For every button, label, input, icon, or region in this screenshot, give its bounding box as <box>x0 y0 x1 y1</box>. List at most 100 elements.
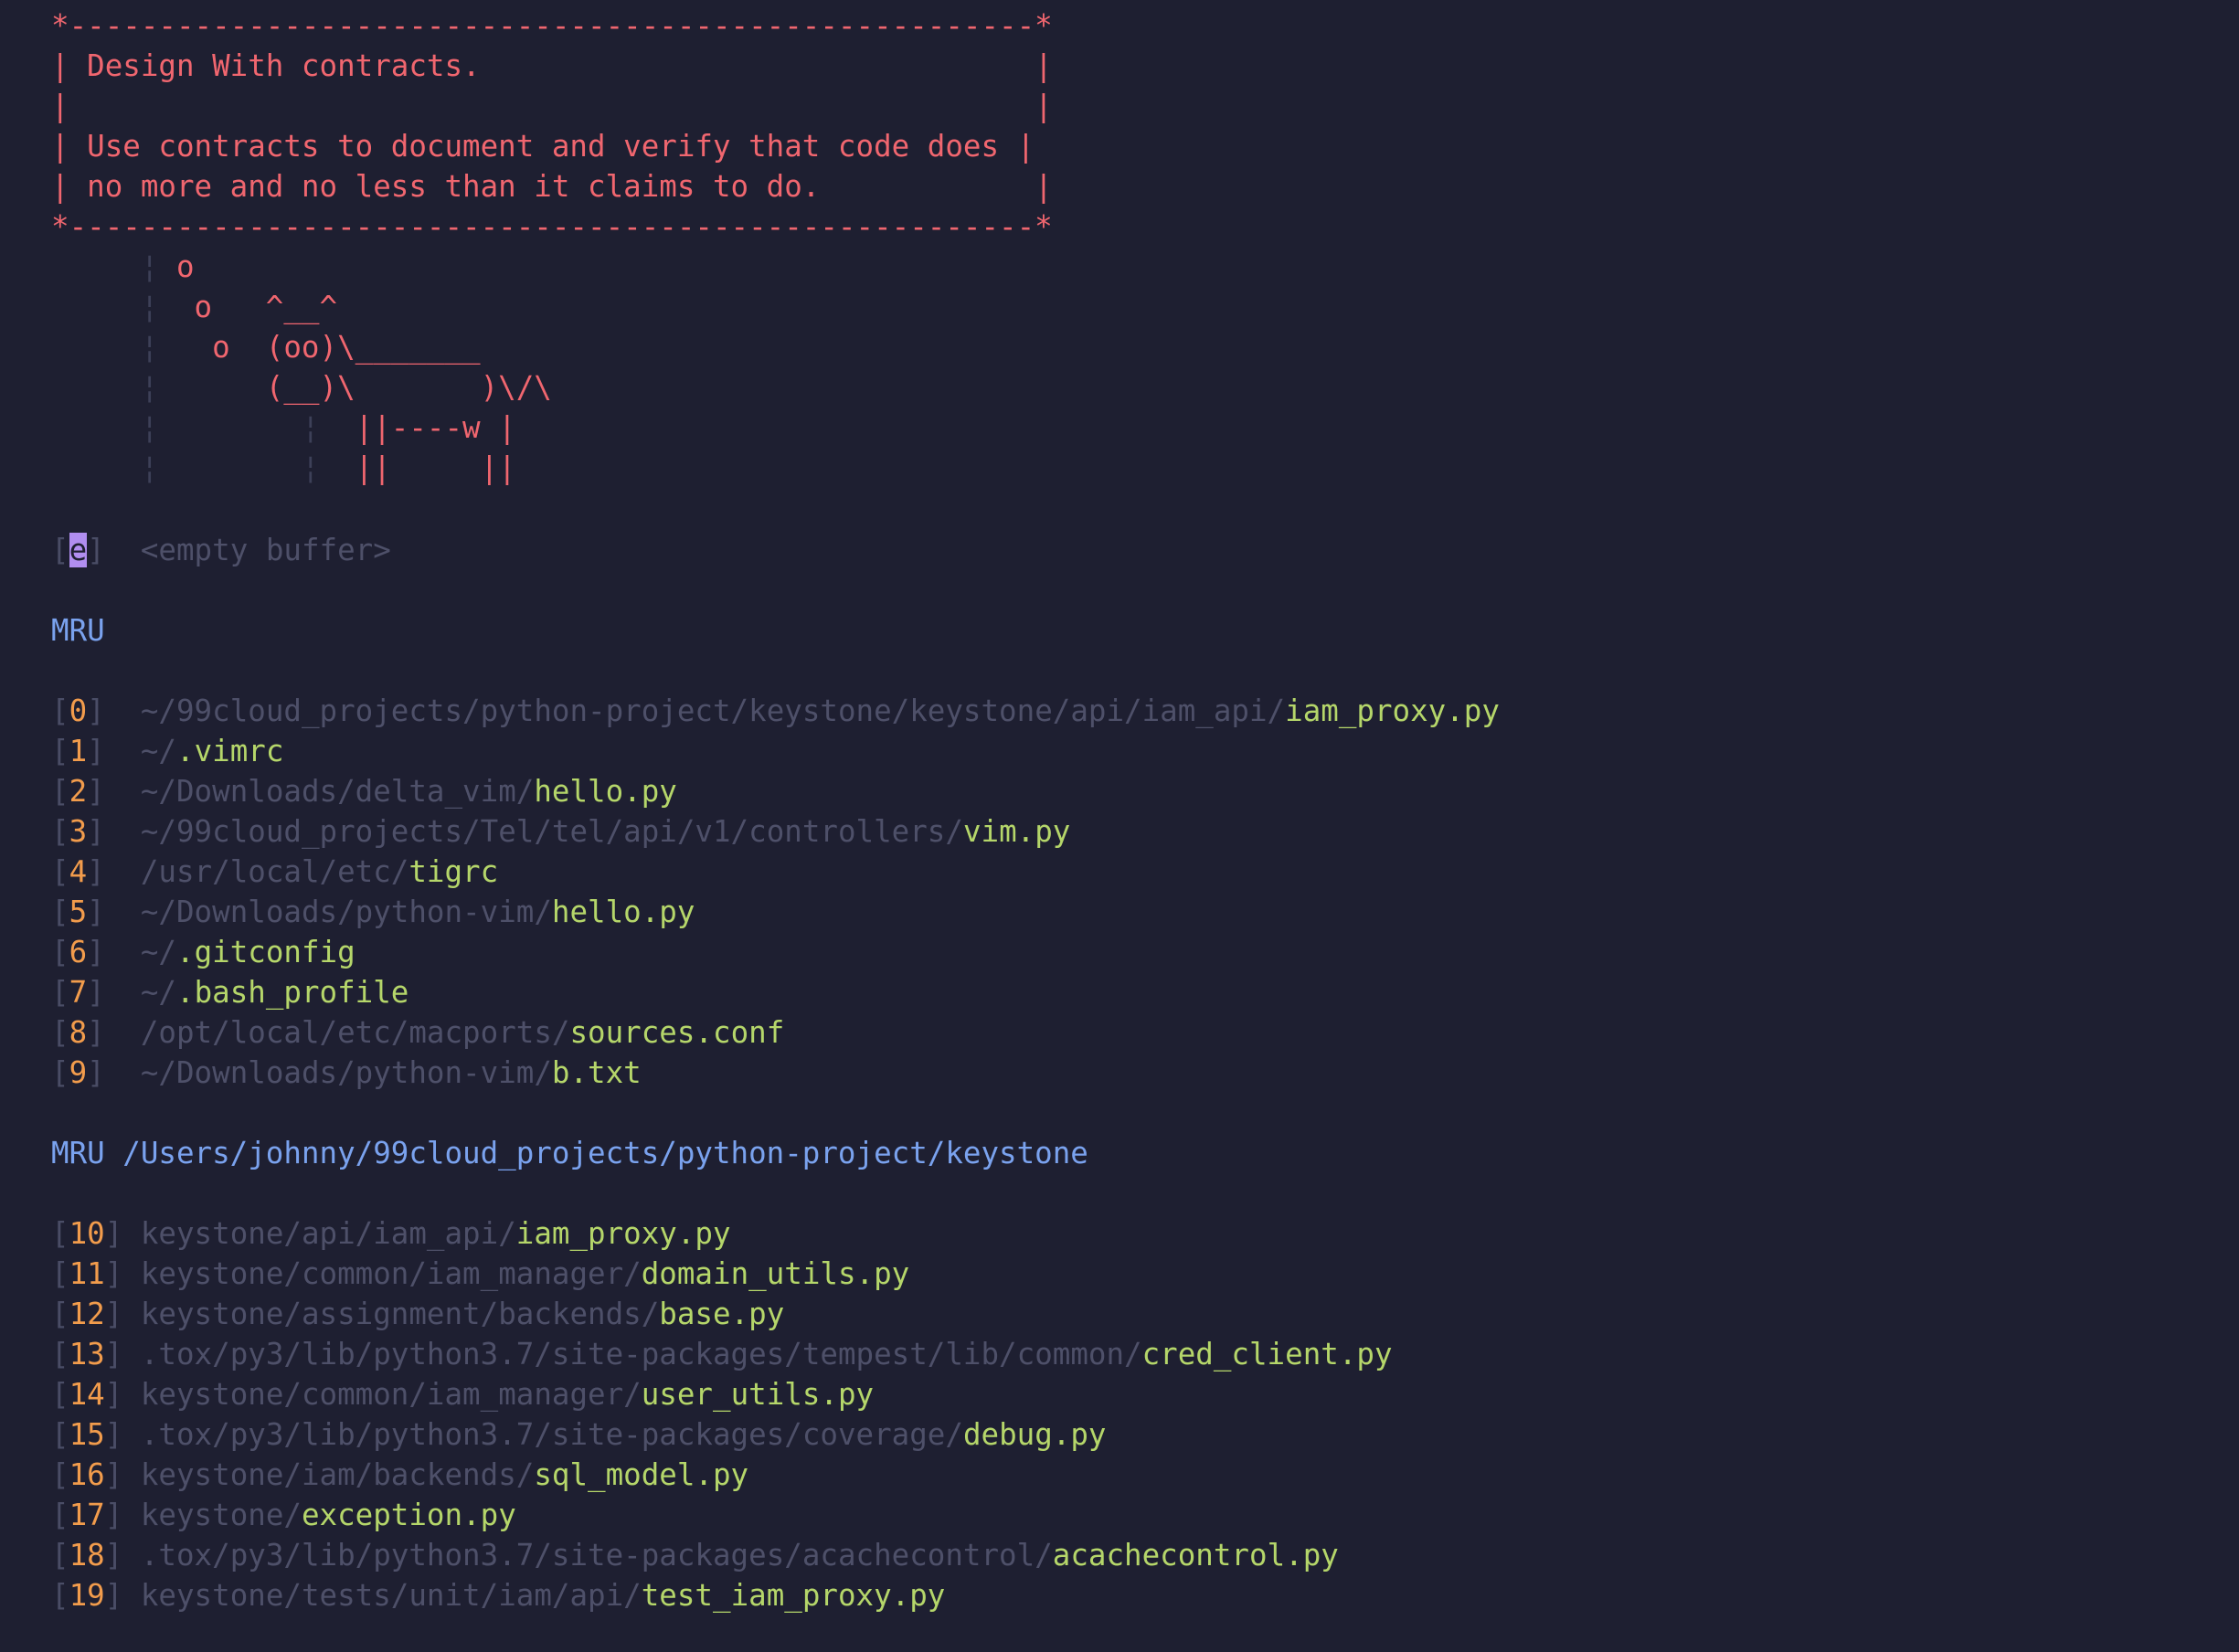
entry-file: user_utils.py <box>641 1377 875 1412</box>
entry-dir: keystone/api/iam_api/ <box>140 1216 516 1251</box>
mru-dir-entry-12[interactable]: [12] keystone/assignment/backends/base.p… <box>51 1294 784 1334</box>
mru-dir-section-title: MRU /Users/johnny/99cloud_projects/pytho… <box>51 1136 1088 1170</box>
entry-file: .gitconfig <box>176 935 355 969</box>
cow-text <box>176 410 302 445</box>
entry-dir: .tox/py3/lib/python3.7/site-packages/tem… <box>140 1337 1142 1371</box>
entry-file: hello.py <box>551 895 695 929</box>
indent-guide: ¦ <box>301 410 320 445</box>
mru-entry-3[interactable]: [3] ~/99cloud_projects/Tel/tel/api/v1/co… <box>51 811 1070 852</box>
cow-art-line: ¦ (__)\ )\/\ <box>51 367 552 408</box>
entry-dir: keystone/common/iam_manager/ <box>140 1377 642 1412</box>
header-border-top: *---------------------------------------… <box>51 8 1053 43</box>
entry-dir: /usr/local/etc/ <box>140 854 409 889</box>
cursor: e <box>69 533 88 567</box>
cow-text: (__)\ )\/\ <box>175 370 552 405</box>
cow-text <box>176 450 302 485</box>
entry-file: acachecontrol.py <box>1052 1538 1339 1573</box>
mru-entry-9[interactable]: [9] ~/Downloads/python-vim/b.txt <box>51 1053 642 1093</box>
mru-dir-entry-13[interactable]: [13] .tox/py3/lib/python3.7/site-package… <box>51 1334 1393 1374</box>
entry-key: 9 <box>69 1055 88 1090</box>
entry-file: base.py <box>659 1297 785 1331</box>
header-border-bottom: *---------------------------------------… <box>51 209 1053 244</box>
entry-dir: ~/ <box>140 975 176 1010</box>
entry-key: 11 <box>69 1256 105 1291</box>
cow-text: ||----w | <box>319 410 516 445</box>
cow-art-line: ¦ o ^__^ <box>51 287 337 327</box>
entry-file: cred_client.py <box>1141 1337 1393 1371</box>
entry-dir: .tox/py3/lib/python3.7/site-packages/aca… <box>140 1538 1053 1573</box>
entry-file: test_iam_proxy.py <box>641 1578 946 1613</box>
entry-key: 14 <box>69 1377 105 1412</box>
entry-key: 0 <box>69 694 88 728</box>
mru-dir-entry-15[interactable]: [15] .tox/py3/lib/python3.7/site-package… <box>51 1414 1106 1455</box>
entry-dir: ~/Downloads/python-vim/ <box>140 895 552 929</box>
cow-text: o (oo)\_______ <box>175 330 481 365</box>
mru-section-title: MRU <box>51 613 105 648</box>
empty-buffer-entry[interactable]: [e] <empty buffer> <box>51 530 391 570</box>
entry-key: 4 <box>69 854 88 889</box>
entry-key: 18 <box>69 1538 105 1573</box>
entry-file: debug.py <box>962 1417 1107 1452</box>
entry-dir: ~/ <box>140 935 176 969</box>
entry-key: 3 <box>69 814 88 849</box>
mru-entry-2[interactable]: [2] ~/Downloads/delta_vim/hello.py <box>51 771 677 811</box>
mru-entry-5[interactable]: [5] ~/Downloads/python-vim/hello.py <box>51 892 695 932</box>
entry-dir: ~/Downloads/python-vim/ <box>140 1055 552 1090</box>
entry-file: exception.py <box>301 1498 516 1532</box>
entry-key: 7 <box>69 975 88 1010</box>
entry-dir: keystone/assignment/backends/ <box>140 1297 660 1331</box>
entry-dir: keystone/ <box>140 1498 302 1532</box>
mru-dir-entry-19[interactable]: [19] keystone/tests/unit/iam/api/test_ia… <box>51 1575 945 1615</box>
mru-entry-6[interactable]: [6] ~/.gitconfig <box>51 932 355 972</box>
indent-guide: ¦ <box>51 370 176 405</box>
mru-dir-entry-16[interactable]: [16] keystone/iam/backends/sql_model.py <box>51 1455 748 1495</box>
entry-key: 1 <box>69 734 88 768</box>
cow-text: o ^__^ <box>175 290 338 324</box>
entry-dir: /opt/local/etc/macports/ <box>140 1015 570 1050</box>
entry-file: b.txt <box>551 1055 642 1090</box>
entry-dir: keystone/iam/backends/ <box>140 1457 535 1492</box>
header-quote-blank: | | <box>51 89 1053 123</box>
cow-art-line: ¦ o (oo)\_______ <box>51 327 481 367</box>
cow-art-line: ¦ ¦ || || <box>51 448 516 488</box>
mru-entry-1[interactable]: [1] ~/.vimrc <box>51 731 283 771</box>
mru-dir-entry-11[interactable]: [11] keystone/common/iam_manager/domain_… <box>51 1254 909 1294</box>
entry-dir: keystone/tests/unit/iam/api/ <box>140 1578 642 1613</box>
entry-file: sql_model.py <box>534 1457 749 1492</box>
entry-file: iam_proxy.py <box>1285 694 1500 728</box>
entry-key: 19 <box>69 1578 105 1613</box>
entry-dir: ~/99cloud_projects/python-project/keysto… <box>140 694 1286 728</box>
entry-file: domain_utils.py <box>641 1256 910 1291</box>
entry-file: .bash_profile <box>176 975 409 1010</box>
indent-guide: ¦ <box>51 330 176 365</box>
startify-screen: *---------------------------------------… <box>0 0 2239 1652</box>
entry-key: 6 <box>69 935 88 969</box>
mru-entry-4[interactable]: [4] /usr/local/etc/tigrc <box>51 852 498 892</box>
mru-entry-7[interactable]: [7] ~/.bash_profile <box>51 972 409 1012</box>
entry-key: 12 <box>69 1297 105 1331</box>
entry-file: sources.conf <box>569 1015 785 1050</box>
mru-dir-entry-17[interactable]: [17] keystone/exception.py <box>51 1495 516 1535</box>
mru-entry-0[interactable]: [0] ~/99cloud_projects/python-project/ke… <box>51 691 1500 731</box>
entry-key: 2 <box>69 774 88 809</box>
entry-key: 17 <box>69 1498 105 1532</box>
entry-dir: ~/99cloud_projects/Tel/tel/api/v1/contro… <box>140 814 963 849</box>
entry-file: hello.py <box>534 774 677 809</box>
cow-art-line: ¦ ¦ ||----w | <box>51 408 516 448</box>
mru-dir-entry-14[interactable]: [14] keystone/common/iam_manager/user_ut… <box>51 1374 874 1414</box>
entry-dir: .tox/py3/lib/python3.7/site-packages/cov… <box>140 1417 963 1452</box>
mru-dir-entry-10[interactable]: [10] keystone/api/iam_api/iam_proxy.py <box>51 1213 731 1254</box>
indent-guide: ¦ <box>51 410 176 445</box>
entry-file: .vimrc <box>176 734 284 768</box>
indent-guide: ¦ <box>51 249 176 284</box>
header-quote-title: | Design With contracts. | <box>51 48 1053 83</box>
indent-guide: ¦ <box>301 450 320 485</box>
entry-key: 16 <box>69 1457 105 1492</box>
entry-dir: ~/Downloads/delta_vim/ <box>140 774 535 809</box>
mru-entry-8[interactable]: [8] /opt/local/etc/macports/sources.conf <box>51 1012 784 1053</box>
entry-key: 10 <box>69 1216 105 1251</box>
header-quote-line-2: | no more and no less than it claims to … <box>51 169 1053 204</box>
cow-text: || || <box>319 450 516 485</box>
entry-key: 13 <box>69 1337 105 1371</box>
mru-dir-entry-18[interactable]: [18] .tox/py3/lib/python3.7/site-package… <box>51 1535 1339 1575</box>
